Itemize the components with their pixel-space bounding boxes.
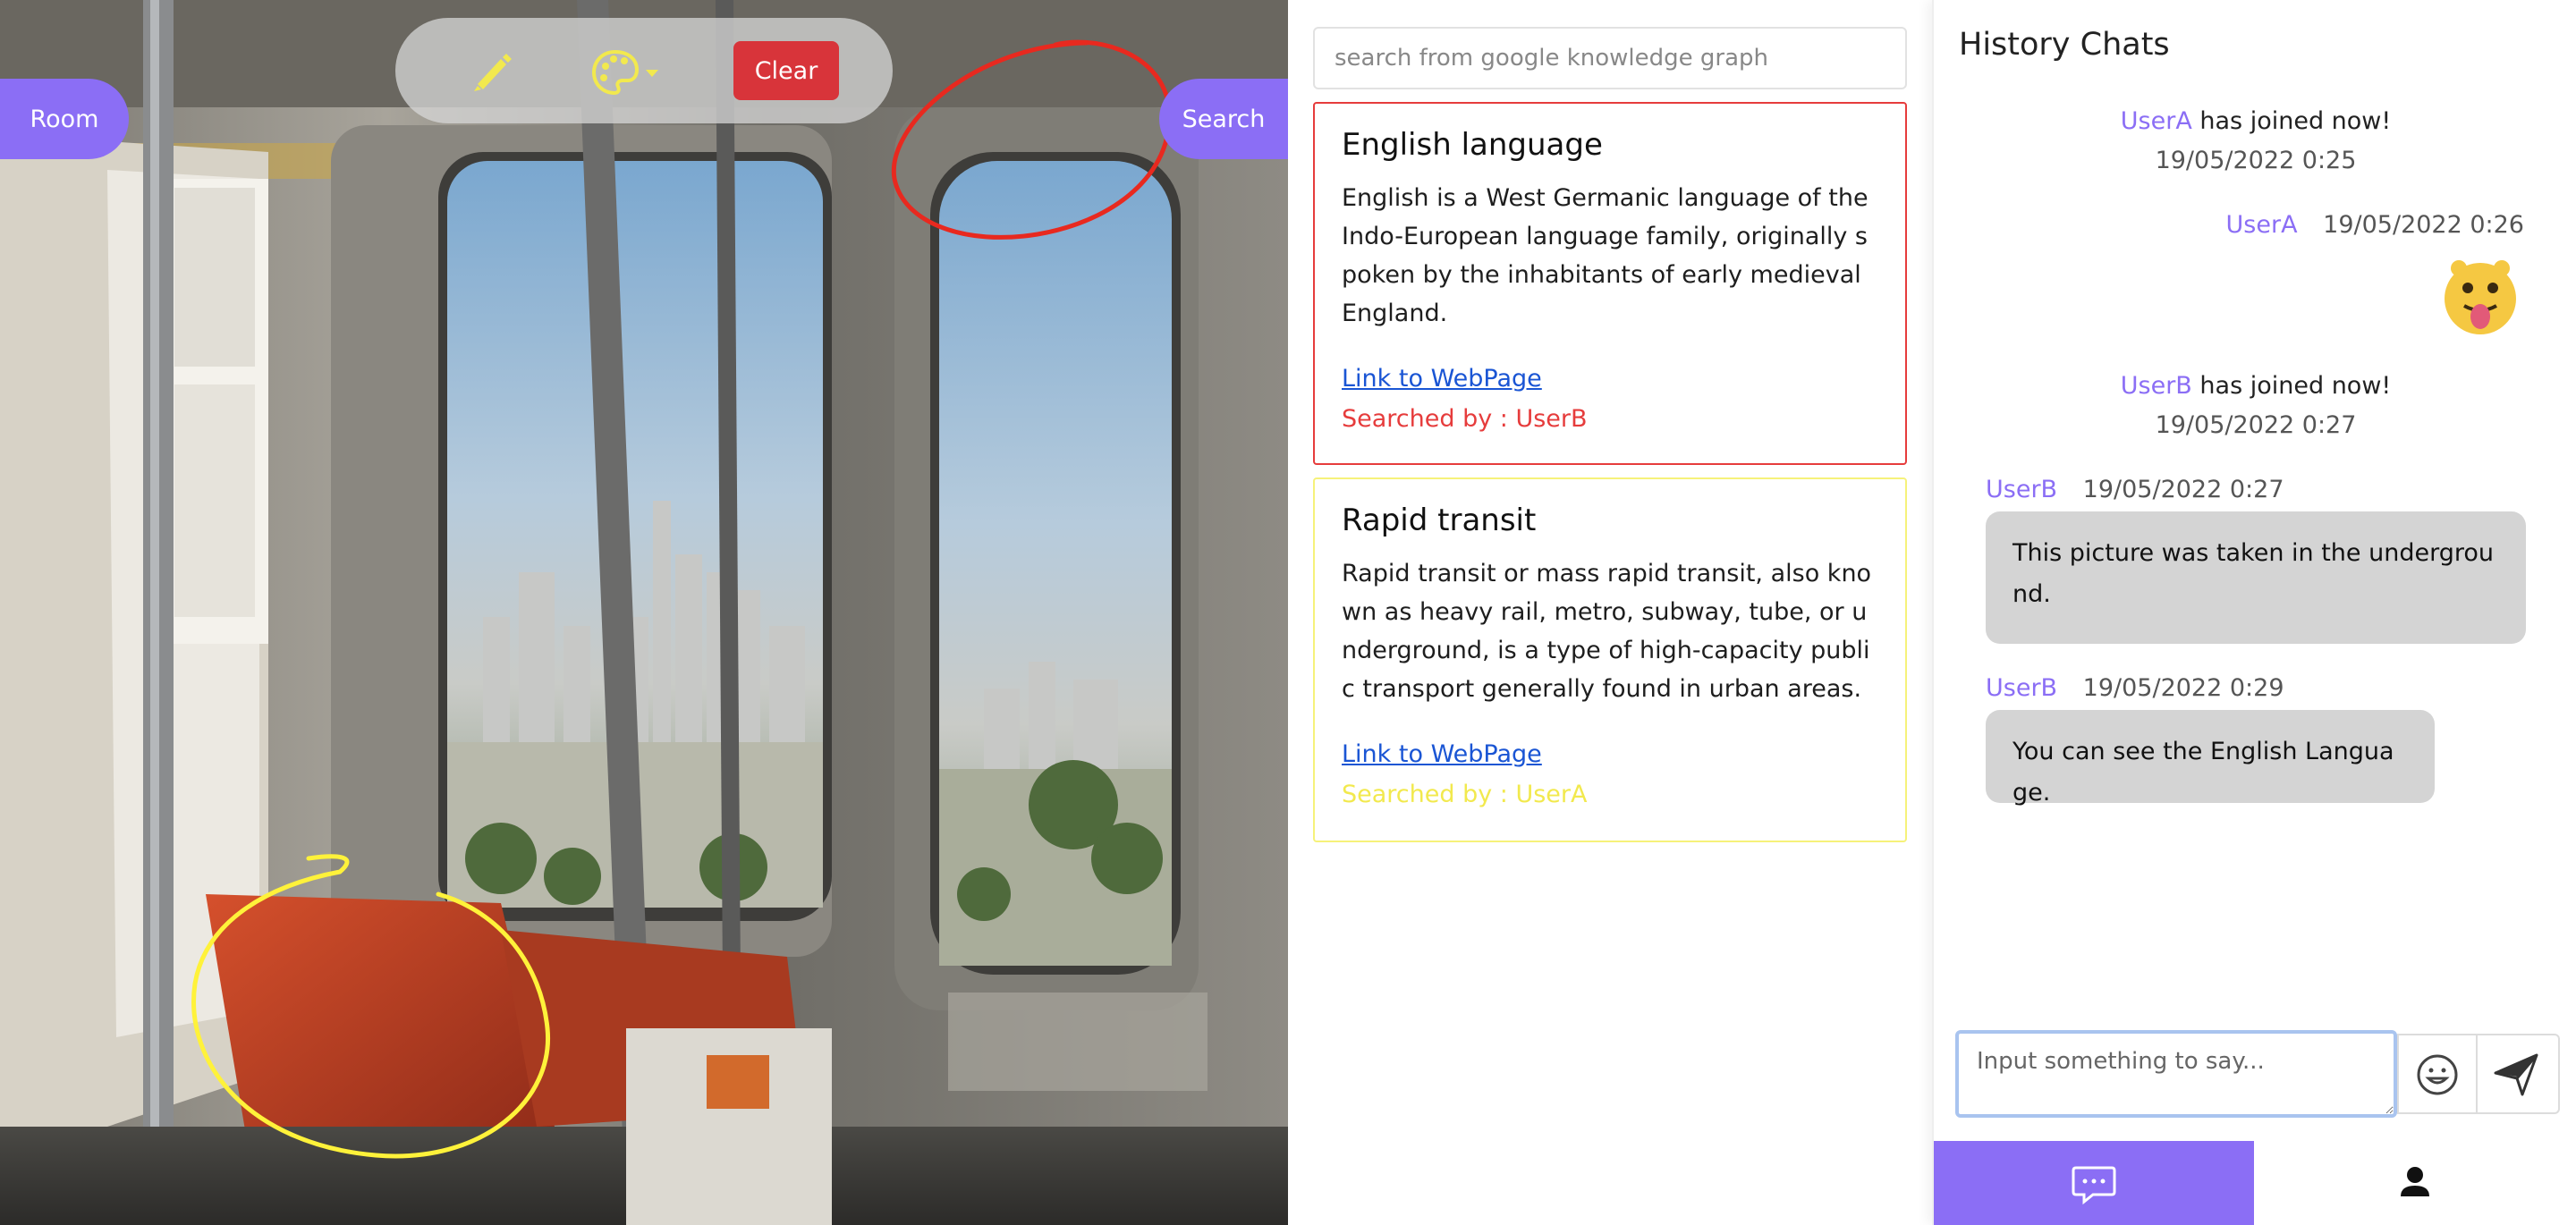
card-description: Rapid transit or mass rapid transit, als… bbox=[1342, 560, 1872, 703]
message-time: 19/05/2022 0:29 bbox=[2082, 674, 2284, 702]
person-icon bbox=[2401, 1167, 2429, 1196]
system-message: UserB has joined now! bbox=[1934, 372, 2576, 400]
message-time: 19/05/2022 0:27 bbox=[2155, 411, 2357, 439]
knowledge-card: Rapid transit Rapid transit or mass rapi… bbox=[1313, 477, 1907, 842]
webpage-link[interactable]: Link to WebPage bbox=[1342, 365, 1542, 393]
card-title: Rapid transit bbox=[1342, 503, 1537, 538]
message-bubble: You can see the English Language. bbox=[1986, 710, 2435, 807]
knowledge-panel: English language English is a West Germa… bbox=[1288, 0, 1932, 1225]
room-button[interactable]: Room bbox=[0, 79, 129, 159]
tongue-face-sticker-icon bbox=[2445, 260, 2516, 334]
chat-bubble-icon bbox=[2072, 1166, 2116, 1205]
tab-profile[interactable] bbox=[2254, 1141, 2576, 1225]
caret-down-icon bbox=[646, 70, 658, 77]
system-message: UserA has joined now! bbox=[1934, 107, 2576, 135]
search-button[interactable]: Search bbox=[1159, 79, 1288, 159]
webpage-link[interactable]: Link to WebPage bbox=[1342, 740, 1542, 768]
palette-color-picker[interactable] bbox=[590, 45, 665, 98]
username: UserA bbox=[2225, 211, 2298, 239]
system-text: has joined now! bbox=[2199, 107, 2392, 135]
chat-panel: History Chats UserA has joined now! 19/0… bbox=[1932, 0, 2576, 1225]
tab-chat[interactable] bbox=[1934, 1141, 2254, 1225]
yellow-annotation-circle bbox=[191, 854, 551, 1159]
knowledge-search-input[interactable] bbox=[1313, 27, 1907, 89]
chat-title: History Chats bbox=[1959, 27, 2170, 63]
drawing-annotations bbox=[191, 39, 1172, 1159]
send-button[interactable] bbox=[2478, 1034, 2560, 1114]
emoji-button[interactable] bbox=[2397, 1034, 2478, 1114]
red-annotation-circle bbox=[891, 39, 1172, 240]
smiley-icon bbox=[2417, 1054, 2458, 1095]
chat-message-input[interactable] bbox=[1955, 1030, 2397, 1118]
username: UserB bbox=[2120, 372, 2192, 400]
drawing-canvas[interactable]: Clear Room Search bbox=[0, 0, 1288, 1225]
app: Clear Room Search English language Engli… bbox=[0, 0, 2576, 1225]
clear-button[interactable]: Clear bbox=[733, 41, 839, 100]
chat-input-wrapper bbox=[1955, 1030, 2397, 1118]
send-icon bbox=[2494, 1053, 2538, 1096]
knowledge-card: English language English is a West Germa… bbox=[1313, 102, 1907, 465]
username: UserB bbox=[1986, 476, 2058, 503]
card-description: English is a West Germanic language of t… bbox=[1342, 184, 1868, 327]
message-bubble: This picture was taken in the undergroun… bbox=[1986, 511, 2526, 644]
message-time: 19/05/2022 0:27 bbox=[2082, 476, 2284, 503]
username: UserB bbox=[1986, 674, 2058, 702]
searched-by-label: Searched by : UserB bbox=[1342, 405, 1588, 433]
message-meta: UserB 19/05/2022 0:27 bbox=[1986, 476, 2284, 503]
username: UserA bbox=[2120, 107, 2192, 135]
message-meta: UserA 19/05/2022 0:26 bbox=[2226, 211, 2524, 239]
pencil-icon[interactable] bbox=[465, 45, 519, 98]
searched-by-label: Searched by : UserA bbox=[1342, 781, 1588, 808]
card-title: English language bbox=[1342, 127, 1603, 163]
message-time: 19/05/2022 0:25 bbox=[2155, 147, 2357, 174]
message-time: 19/05/2022 0:26 bbox=[2323, 211, 2524, 239]
palette-icon bbox=[591, 49, 658, 96]
drawing-toolbar: Clear bbox=[395, 18, 893, 123]
message-meta: UserB 19/05/2022 0:29 bbox=[1986, 674, 2284, 702]
system-text: has joined now! bbox=[2199, 372, 2392, 400]
